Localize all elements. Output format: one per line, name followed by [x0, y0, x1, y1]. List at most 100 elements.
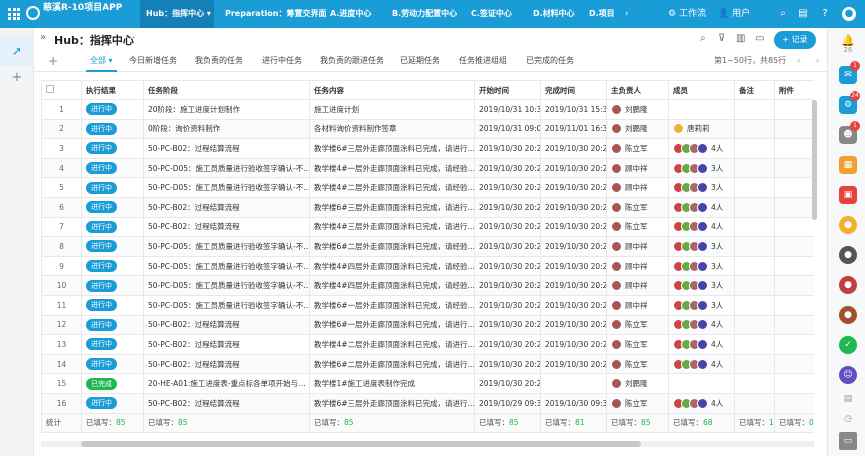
owner-cell[interactable]: 顾中祥 — [606, 177, 669, 198]
end-time-cell[interactable]: 2019/10/30 20:24 — [540, 196, 607, 218]
owner-cell[interactable]: 陈立军 — [606, 392, 669, 414]
status-cell[interactable]: 进行中 — [81, 392, 144, 414]
status-cell[interactable]: 进行中 — [81, 196, 144, 218]
row-number[interactable]: 13 — [41, 334, 82, 355]
tab-my-tasks[interactable]: 我负责的任务 — [195, 50, 243, 72]
scrollbar-thumb[interactable] — [81, 441, 641, 447]
end-time-cell[interactable]: 2019/10/30 20:24 — [540, 157, 607, 179]
nav-item-project[interactable]: D.项目 — [589, 0, 615, 28]
end-time-cell[interactable]: 2019/10/30 09:34 — [540, 392, 607, 414]
search-icon[interactable]: ⌕ — [700, 33, 706, 44]
owner-cell[interactable]: 陈立军 — [606, 216, 669, 238]
help-icon[interactable]: ? — [818, 7, 832, 21]
table-row[interactable]: 7 进行中 50-PC-B02：过程结算流程 教学楼4#三层外走廊顶面涂料已完成，请进… — [41, 216, 814, 238]
status-cell[interactable]: 进行中 — [81, 275, 144, 296]
user-button[interactable]: 👤 用户 — [718, 0, 750, 28]
end-time-cell[interactable]: 2019/10/30 20:24 — [540, 236, 607, 257]
column-header[interactable]: 备注 — [734, 80, 775, 100]
apps-icon[interactable]: ▦ — [839, 156, 857, 174]
row-number[interactable]: 2 — [41, 118, 82, 140]
start-time-cell[interactable]: 2019/10/30 20:24 — [474, 334, 541, 355]
owner-cell[interactable]: 刘鹏隆 — [606, 373, 669, 394]
contact-avatar[interactable]: ● — [839, 246, 857, 264]
content-cell[interactable]: 教学楼6#二层外走廊顶面涂料已完成，请经验… — [309, 236, 475, 257]
apps-grid-icon[interactable] — [8, 8, 20, 20]
members-cell[interactable]: 4人 — [668, 138, 735, 159]
start-time-cell[interactable]: 2019/10/31 09:01 — [474, 118, 541, 140]
end-time-cell[interactable]: 2019/11/01 16:36 — [540, 118, 607, 140]
row-number[interactable]: 3 — [41, 138, 82, 159]
status-cell[interactable]: 进行中 — [81, 353, 144, 375]
table-row[interactable]: 1 进行中 20阶段：施工进度计划制作 施工进度计划 2019/10/31 10:37 2… — [41, 99, 814, 120]
notes-cell[interactable] — [734, 392, 775, 414]
owner-cell[interactable]: 陈立军 — [606, 138, 669, 159]
chart-icon[interactable]: ▥ — [736, 33, 745, 44]
notes-cell[interactable] — [734, 99, 775, 120]
members-cell[interactable]: 4人 — [668, 392, 735, 414]
members-cell[interactable]: 3人 — [668, 294, 735, 316]
stage-cell[interactable]: 20-HE-A01:施工进度表-重点标各单项开始与… — [143, 373, 310, 394]
members-cell[interactable]: 4人 — [668, 314, 735, 336]
notes-cell[interactable] — [734, 157, 775, 179]
row-number[interactable]: 4 — [41, 157, 82, 179]
column-header[interactable]: 开始时间 — [474, 80, 541, 100]
nav-item-preparation[interactable]: Preparation：筹置交界面 — [225, 0, 326, 28]
table-row[interactable]: 10 进行中 50-PC-D05：施工员质量进行验收签字确认-不… 教学楼4#四层外走… — [41, 275, 814, 296]
start-time-cell[interactable]: 2019/10/30 20:24 — [474, 157, 541, 179]
status-cell[interactable]: 进行中 — [81, 314, 144, 336]
horizontal-scrollbar[interactable] — [41, 441, 814, 447]
end-time-cell[interactable]: 2019/10/30 20:24 — [540, 334, 607, 355]
comment-icon[interactable]: ▭ — [755, 33, 764, 44]
status-cell[interactable]: 进行中 — [81, 216, 144, 238]
attachment-cell[interactable] — [774, 353, 814, 375]
stage-cell[interactable]: 50-PC-B02：过程结算流程 — [143, 392, 310, 414]
members-cell[interactable]: 4人 — [668, 216, 735, 238]
stage-cell[interactable]: 50-PC-B02：过程结算流程 — [143, 138, 310, 159]
status-cell[interactable]: 进行中 — [81, 236, 144, 257]
members-cell[interactable]: 3人 — [668, 177, 735, 198]
app-title[interactable]: 慈溪R-10项目APP — [43, 3, 133, 13]
content-cell[interactable]: 教学楼4#一层外走廊顶面涂料已完成，请经验… — [309, 157, 475, 179]
start-time-cell[interactable]: 2019/10/30 20:24 — [474, 353, 541, 375]
owner-cell[interactable]: 顾中祥 — [606, 157, 669, 179]
stage-cell[interactable]: 20阶段：施工进度计划制作 — [143, 99, 310, 120]
table-row[interactable]: 9 进行中 50-PC-D05：施工员质量进行验收签字确认-不… 教学楼4#四层外走廊… — [41, 255, 814, 277]
app-shortcut-icon[interactable]: ● — [839, 216, 857, 234]
status-cell[interactable]: 进行中 — [81, 118, 144, 140]
content-cell[interactable]: 教学楼4#二层外走廊顶面涂料已完成，请进行… — [309, 334, 475, 355]
status-cell[interactable]: 进行中 — [81, 177, 144, 198]
table-row[interactable]: 14 进行中 50-PC-B02：过程结算流程 教学楼6#二层外走廊顶面涂料已完成，请… — [41, 353, 814, 375]
attachment-cell[interactable] — [774, 314, 814, 336]
start-time-cell[interactable]: 2019/10/30 20:24 — [474, 314, 541, 336]
members-cell[interactable]: 3人 — [668, 275, 735, 296]
table-row[interactable]: 5 进行中 50-PC-D05：施工员质量进行验收签字确认-不… 教学楼4#二层外走廊… — [41, 177, 814, 198]
table-row[interactable]: 6 进行中 50-PC-B02：过程结算流程 教学楼6#三层外走廊顶面涂料已完成，请进… — [41, 196, 814, 218]
column-header[interactable]: 执行结果 — [81, 80, 144, 100]
end-time-cell[interactable]: 2019/10/31 15:37 — [540, 99, 607, 120]
add-view-button[interactable]: + — [48, 50, 58, 72]
panel-toggle-icon[interactable]: ▭ — [839, 432, 857, 450]
tab-in-progress[interactable]: 进行中任务 — [262, 50, 302, 72]
stage-cell[interactable]: 50-PC-D05：施工员质量进行验收签字确认-不… — [143, 236, 310, 257]
start-time-cell[interactable]: 2019/10/30 20:24 — [474, 196, 541, 218]
attachment-cell[interactable] — [774, 138, 814, 159]
stage-cell[interactable]: 50-PC-B02：过程结算流程 — [143, 334, 310, 355]
tab-today-new[interactable]: 今日新增任务 — [129, 50, 177, 72]
end-time-cell[interactable]: 2019/10/30 20:24 — [540, 138, 607, 159]
notes-cell[interactable] — [734, 334, 775, 355]
start-time-cell[interactable]: 2019/10/30 20:24 — [474, 255, 541, 277]
vertical-scrollbar[interactable] — [812, 100, 817, 220]
row-number[interactable]: 15 — [41, 373, 82, 394]
nav-item-labor[interactable]: B.劳动力配置中心 — [392, 0, 457, 28]
attachment-cell[interactable] — [774, 373, 814, 394]
content-cell[interactable]: 教学楼4#四层外走廊顶面涂料已完成，请经验… — [309, 255, 475, 277]
clock-icon[interactable]: ◷ — [839, 410, 857, 428]
status-cell[interactable]: 进行中 — [81, 99, 144, 120]
owner-cell[interactable]: 顾中祥 — [606, 275, 669, 296]
status-cell[interactable]: 已完成 — [81, 373, 144, 394]
attachment-cell[interactable] — [774, 236, 814, 257]
row-number[interactable]: 8 — [41, 236, 82, 257]
tab-completed[interactable]: 已完成的任务 — [526, 50, 574, 72]
members-cell[interactable]: 4人 — [668, 196, 735, 218]
members-cell[interactable]: 唐莉莉 — [668, 118, 735, 140]
